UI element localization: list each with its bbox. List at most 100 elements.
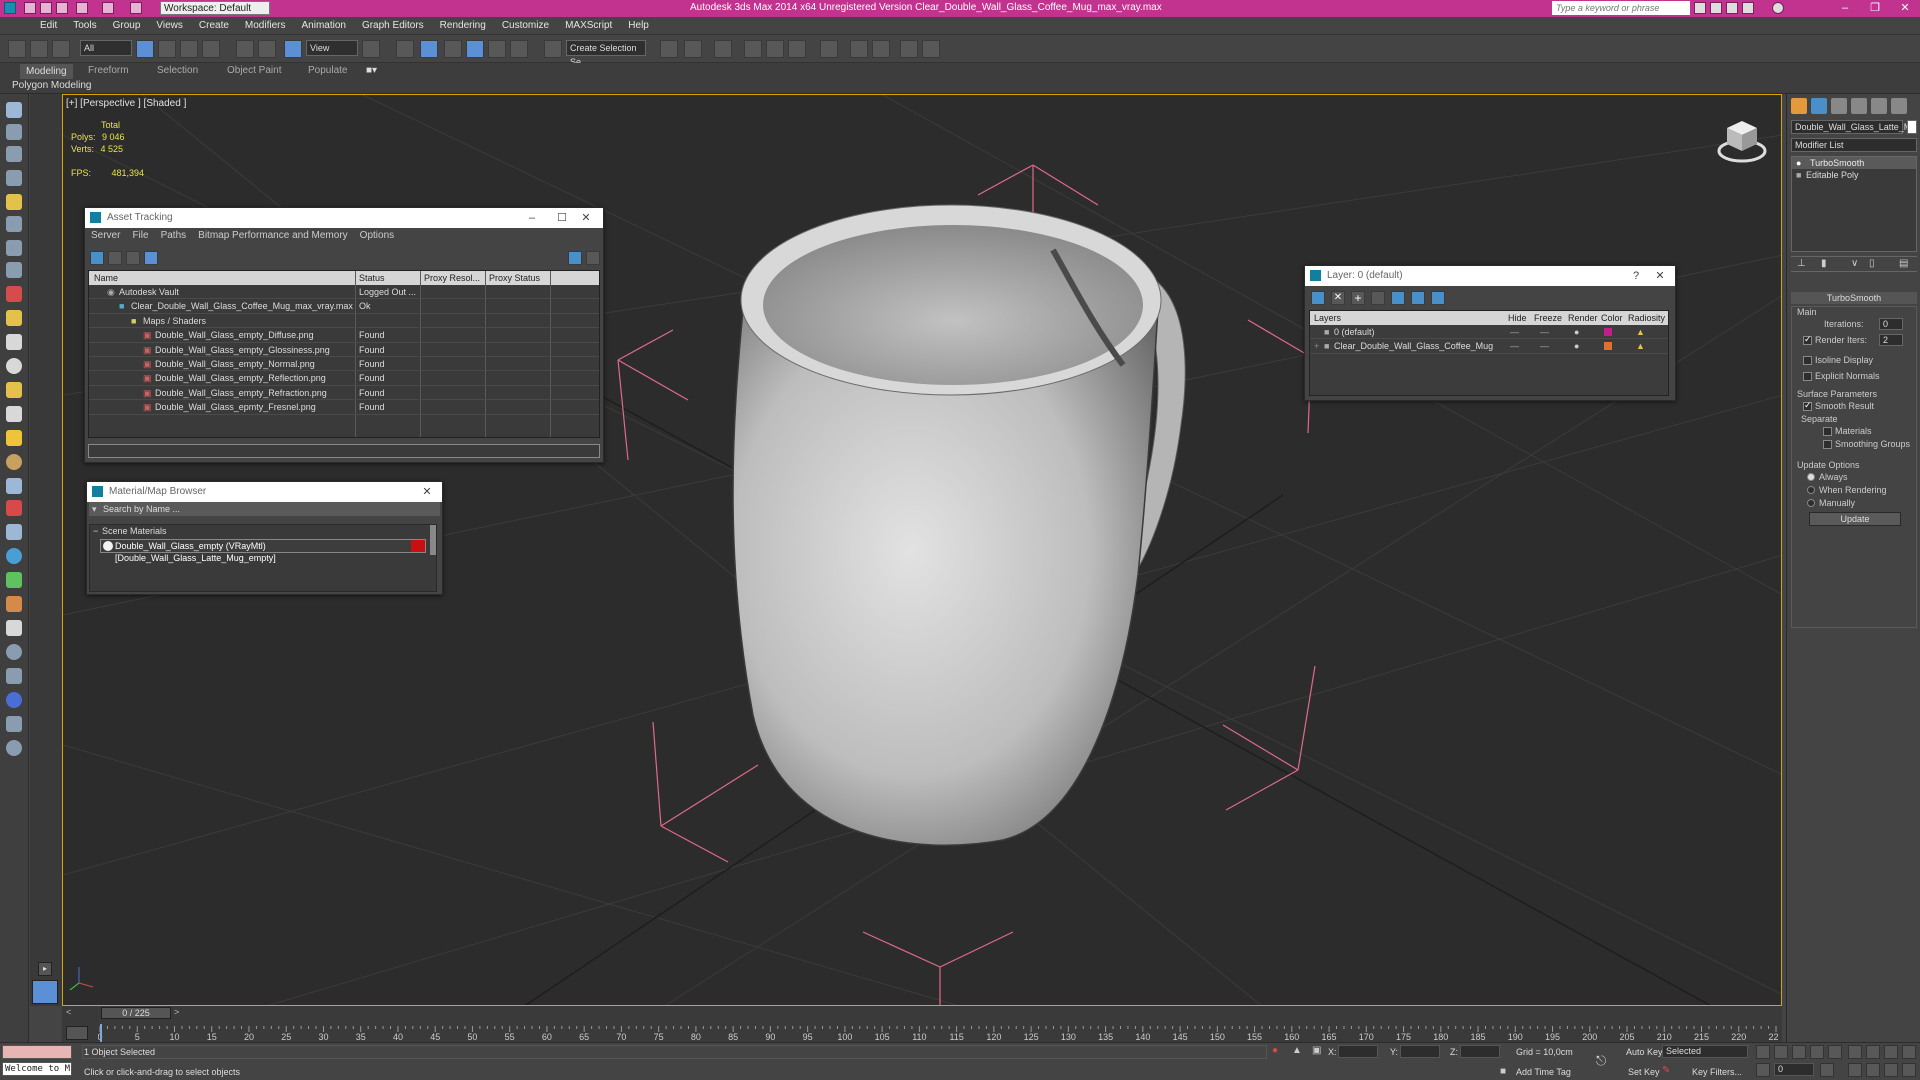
table-row[interactable]: ▣ Double_Wall_Glass_empty_Reflection.png F… [89, 371, 599, 386]
asset-minimize-button[interactable]: – [521, 208, 543, 228]
teapot-icon[interactable] [6, 102, 22, 118]
sun-light-icon[interactable] [6, 430, 22, 446]
new-file-icon[interactable] [24, 2, 36, 14]
material-item[interactable]: Double_Wall_Glass_empty (VRayMtl) [Doubl… [100, 539, 426, 563]
asset-menu-server[interactable]: Server [91, 230, 120, 241]
menu-maxscript[interactable]: MAXScript [557, 17, 620, 35]
materials-checkbox[interactable] [1823, 427, 1832, 436]
sphere-icon[interactable] [6, 146, 22, 162]
viewport-layout-icon[interactable] [32, 980, 58, 1004]
timeline-ruler[interactable]: 0510152025303540455055606570758085909510… [98, 1026, 1778, 1042]
absolute-mode-icon[interactable]: ▣ [1312, 1045, 1321, 1056]
col-layers[interactable]: Layers [1314, 311, 1341, 325]
window-crossing-icon[interactable] [202, 40, 220, 58]
named-selection-dropdown[interactable]: Create Selection Se [566, 40, 646, 67]
tab-populate[interactable]: Populate [308, 65, 347, 76]
viewport-label[interactable]: [+] [Perspective ] [Shaded ] [66, 98, 186, 109]
time-configuration-icon[interactable] [1820, 1063, 1834, 1077]
render-iters-spinner[interactable]: 2 [1879, 334, 1903, 346]
modifier-list-dropdown[interactable]: Modifier List [1791, 138, 1917, 152]
selected-dropdown[interactable]: Selected [1662, 1045, 1748, 1058]
render-iters-checkbox[interactable]: ✓ [1803, 334, 1812, 345]
manually-radio[interactable] [1807, 499, 1815, 507]
mini-curve-editor-icon[interactable] [66, 1026, 88, 1040]
select-object-icon[interactable] [136, 40, 154, 58]
menu-edit[interactable]: Edit [32, 17, 65, 35]
timeline[interactable]: 0 / 225 < > 0510152025303540455055606570… [62, 1006, 1782, 1042]
hide-toggle[interactable]: — [1510, 325, 1519, 339]
modify-tab-icon[interactable] [1811, 98, 1827, 114]
edit-named-selection-icon[interactable] [544, 40, 562, 58]
dynamics-icon[interactable] [6, 500, 22, 516]
time-slider-next-icon[interactable]: > [174, 1007, 179, 1017]
restore-button[interactable]: ❐ [1860, 0, 1890, 17]
search-icon[interactable] [1694, 2, 1706, 14]
menu-rendering[interactable]: Rendering [432, 17, 494, 35]
configure-sets-icon[interactable]: ▤ [1899, 258, 1908, 269]
ribbon-options-icon[interactable]: ■▾ [366, 65, 377, 76]
asset-help-icon[interactable] [568, 251, 582, 265]
col-proxy-resolution[interactable]: Proxy Resol... [424, 271, 480, 285]
material-browser-titlebar[interactable]: Material/Map Browser ✕ [87, 482, 442, 502]
set-key-button[interactable]: Set Key [1628, 1067, 1660, 1077]
table-row[interactable]: ▣ Double_Wall_Glass_epmty_Fresnel.png Foun… [89, 400, 599, 415]
select-and-rotate-icon[interactable] [258, 40, 276, 58]
add-layer-icon[interactable]: + [1351, 291, 1365, 305]
previous-frame-icon[interactable] [1774, 1045, 1788, 1059]
selection-lock-icon[interactable]: ▲ [1292, 1045, 1302, 1056]
communication-center-icon[interactable] [1726, 2, 1738, 14]
globe-icon[interactable] [6, 548, 22, 564]
align-icon[interactable] [684, 40, 702, 58]
hair-icon[interactable] [6, 620, 22, 636]
col-freeze[interactable]: Freeze [1534, 311, 1562, 325]
render-production-icon[interactable] [900, 40, 918, 58]
asset-path-field[interactable] [88, 444, 600, 458]
zoom-all-icon[interactable] [1866, 1045, 1880, 1059]
when-rendering-radio[interactable] [1807, 486, 1815, 494]
scene-materials-section[interactable]: − Scene Materials [90, 525, 436, 537]
info-icon[interactable] [6, 692, 22, 708]
help-circle-icon[interactable] [6, 740, 22, 756]
helper-icon[interactable] [6, 240, 22, 256]
zoom-icon[interactable] [1848, 1045, 1862, 1059]
keyboard-shortcut-override-icon[interactable] [420, 40, 438, 58]
bulb-icon[interactable]: ● [1796, 157, 1801, 169]
cone-icon[interactable] [6, 406, 22, 422]
pan-view-icon[interactable] [1866, 1063, 1880, 1077]
object-name-field[interactable]: Double_Wall_Glass_Latte_Mu [1791, 120, 1916, 134]
maximize-viewport-icon[interactable] [1902, 1063, 1916, 1077]
material-editor-icon[interactable] [820, 40, 838, 58]
menu-group[interactable]: Group [105, 17, 149, 35]
col-status[interactable]: Status [359, 271, 385, 285]
time-slider[interactable]: 0 / 225 [101, 1007, 171, 1019]
asset-maximize-button[interactable]: ☐ [551, 208, 573, 228]
pin-stack-icon[interactable]: ⊥ [1797, 258, 1806, 269]
field-of-view-icon[interactable] [1848, 1063, 1862, 1077]
asset-menu-options[interactable]: Options [360, 230, 394, 241]
col-render[interactable]: Render [1568, 311, 1598, 325]
maxscript-listener-input[interactable]: Welcome to M [2, 1062, 72, 1076]
highlight-layer-icon[interactable] [1411, 291, 1425, 305]
smoothing-groups-checkbox[interactable] [1823, 440, 1832, 449]
camera-icon[interactable] [6, 216, 22, 232]
orbit-view-icon[interactable] [1884, 1063, 1898, 1077]
select-manipulate-icon[interactable] [396, 40, 414, 58]
material-list-scrollbar[interactable] [430, 525, 436, 555]
update-button[interactable]: Update [1809, 512, 1901, 526]
col-name[interactable]: Name [94, 271, 118, 285]
table-row[interactable]: ■ Maps / Shaders [89, 314, 599, 329]
menu-graph-editors[interactable]: Graph Editors [354, 17, 432, 35]
col-proxy-status[interactable]: Proxy Status [489, 271, 540, 285]
radiosity-icon[interactable]: ▲ [1636, 325, 1645, 339]
reference-coord-dropdown[interactable]: View [306, 40, 358, 56]
add-to-layer-icon[interactable] [1371, 291, 1385, 305]
table-view-icon[interactable] [126, 251, 140, 265]
viewcube-icon[interactable] [1717, 117, 1767, 167]
polygon-modeling-panel[interactable]: Polygon Modeling [12, 80, 92, 91]
asset-menu-bitmap[interactable]: Bitmap Performance and Memory [198, 230, 348, 241]
hide-all-layers-icon[interactable] [1431, 291, 1445, 305]
table-row[interactable]: ▣ Double_Wall_Glass_empty_Refraction.png F… [89, 386, 599, 401]
redo-icon[interactable] [102, 2, 114, 14]
col-color[interactable]: Color [1601, 311, 1623, 325]
maxscript-listener-top[interactable] [2, 1045, 72, 1059]
